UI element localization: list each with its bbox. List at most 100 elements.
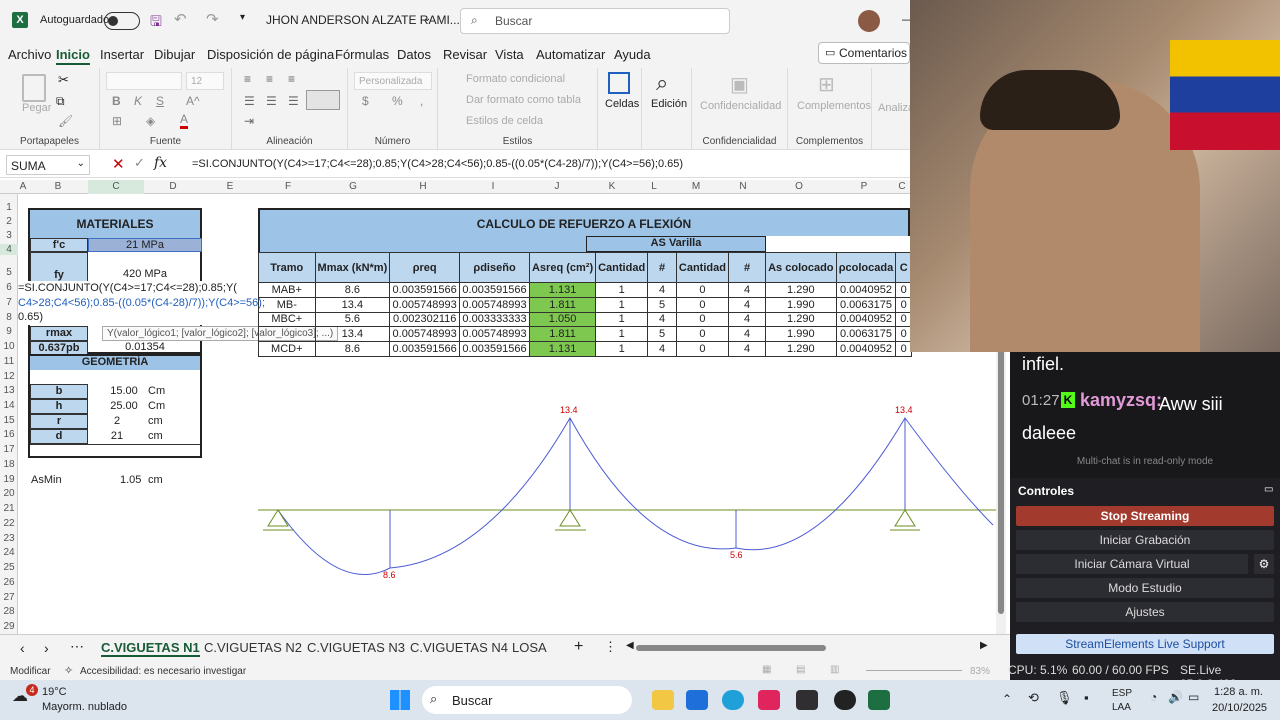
geometry-d-label[interactable]: d: [30, 429, 88, 444]
col-g[interactable]: G: [318, 180, 388, 194]
accessibility-status[interactable]: Accesibilidad: es necesario investigar: [80, 666, 246, 677]
cantidad1-cell[interactable]: 1: [595, 296, 649, 313]
indent-icon[interactable]: ⇥: [244, 114, 254, 128]
tramo-cell[interactable]: MAB+: [258, 282, 316, 298]
confidentiality-icon[interactable]: ▣: [730, 72, 749, 97]
as-req-cell[interactable]: 1.050: [528, 311, 597, 328]
borders-icon[interactable]: ⊞: [112, 114, 122, 128]
align-left-icon[interactable]: ☰: [244, 94, 255, 108]
addins-icon[interactable]: ⊞: [818, 72, 835, 97]
geometry-b-unit[interactable]: Cm: [148, 385, 165, 397]
rho-req-cell[interactable]: 0.005748993: [389, 296, 461, 313]
cantidad2-cell[interactable]: 0: [675, 296, 729, 313]
asmin-unit[interactable]: cm: [148, 473, 163, 487]
paste-label[interactable]: Pegar: [22, 102, 51, 114]
studio-mode-button[interactable]: Modo Estudio: [1016, 578, 1274, 598]
cancel-icon[interactable]: ✕: [112, 155, 125, 173]
currency-icon[interactable]: $: [362, 94, 369, 108]
geometry-r-value[interactable]: 2: [88, 415, 146, 427]
header-cantidad-2[interactable]: Cantidad: [675, 252, 729, 283]
rho-diseno-cell[interactable]: 0.003591566: [459, 282, 530, 298]
rho-colocada-cell[interactable]: 0.0040952: [835, 282, 897, 298]
fc-value[interactable]: 21 MPa: [88, 238, 202, 252]
col-m[interactable]: M: [670, 180, 722, 194]
page-break-icon[interactable]: ▥: [830, 664, 839, 675]
row-1[interactable]: 1: [0, 202, 18, 213]
row-19[interactable]: 19: [0, 474, 18, 485]
as-colocado-cell[interactable]: 1.290: [765, 341, 837, 357]
cut-icon[interactable]: ✂: [58, 72, 69, 88]
row-24[interactable]: 24: [0, 547, 18, 558]
tramo-cell[interactable]: [258, 326, 316, 343]
col-p[interactable]: P: [834, 180, 894, 194]
insert-function-icon[interactable]: fx: [154, 155, 167, 171]
tramo-cell[interactable]: MB-: [258, 296, 316, 313]
align-middle-icon[interactable]: ≡: [266, 72, 273, 86]
tray-chevron-icon[interactable]: ⌃: [1002, 692, 1012, 706]
fc-label[interactable]: f'c: [30, 238, 88, 252]
scroll-right-icon[interactable]: ▶: [980, 640, 988, 651]
as-colocado-cell[interactable]: 1.290: [765, 311, 837, 328]
tab-dibujar[interactable]: Dibujar: [154, 47, 195, 62]
rho-diseno-cell[interactable]: 0.005748993: [459, 296, 530, 313]
row-14[interactable]: 14: [0, 400, 18, 411]
geometry-h-label[interactable]: h: [30, 399, 88, 414]
row-26[interactable]: 26: [0, 577, 18, 588]
weather-temp[interactable]: 19°C: [42, 686, 67, 698]
rho-colocada-cell[interactable]: 0.0040952: [835, 311, 897, 328]
row-29[interactable]: 29: [0, 621, 18, 632]
row-18[interactable]: 18: [0, 459, 18, 470]
asmin-value[interactable]: 1.05: [120, 473, 141, 487]
col-o[interactable]: O: [764, 180, 834, 194]
row-20[interactable]: 20: [0, 488, 18, 499]
rho-diseno-cell[interactable]: 0.003333333: [459, 311, 530, 328]
header-rho-diseno[interactable]: ρdiseño: [459, 252, 530, 283]
align-right-icon[interactable]: ☰: [288, 94, 299, 108]
mmax-cell[interactable]: 8.6: [314, 282, 391, 298]
normal-view-icon[interactable]: ▦: [762, 664, 771, 675]
col-c[interactable]: C: [88, 180, 144, 194]
col-k[interactable]: K: [586, 180, 638, 194]
as-varilla-header[interactable]: AS Varilla: [586, 236, 766, 252]
cantidad2-cell[interactable]: 0: [675, 282, 729, 298]
row-2[interactable]: 2: [0, 216, 18, 227]
geometry-r-unit[interactable]: cm: [148, 415, 163, 427]
col-l[interactable]: L: [638, 180, 670, 194]
tab-formulas[interactable]: Fórmulas: [335, 47, 389, 62]
rho-colocada-cell[interactable]: 0.0063175: [835, 296, 897, 313]
as-req-cell[interactable]: 1.811: [528, 326, 597, 343]
wifi-icon[interactable]: ◔: [1150, 690, 1157, 704]
col-a[interactable]: A: [18, 180, 28, 194]
as-colocado-cell[interactable]: 1.990: [765, 296, 837, 313]
rho-colocada-cell[interactable]: 0.0063175: [835, 326, 897, 343]
col-e[interactable]: E: [202, 180, 258, 194]
col-j[interactable]: J: [528, 180, 586, 194]
row-10[interactable]: 10: [0, 341, 18, 352]
rho-req-cell[interactable]: 0.003591566: [389, 282, 461, 298]
align-top-icon[interactable]: ≡: [244, 72, 251, 86]
name-box[interactable]: SUMA ⌄: [6, 155, 90, 175]
tramo-cell[interactable]: MCD+: [258, 341, 316, 357]
mmax-cell[interactable]: 13.4: [314, 296, 391, 313]
page-layout-icon[interactable]: ▤: [796, 664, 805, 675]
row-25[interactable]: 25: [0, 562, 18, 573]
header-as-req[interactable]: Asreq (cm²): [528, 252, 597, 283]
num1-cell[interactable]: 5: [647, 296, 677, 313]
cell-styles-button[interactable]: Estilos de celda: [466, 115, 543, 127]
tramo-cell[interactable]: MBC+: [258, 311, 316, 328]
cantidad2-cell[interactable]: 0: [675, 341, 729, 357]
tab-archivo[interactable]: Archivo: [8, 47, 51, 62]
row-12[interactable]: 12: [0, 371, 18, 382]
row-28[interactable]: 28: [0, 606, 18, 617]
num2-cell[interactable]: 4: [727, 282, 767, 298]
num2-cell[interactable]: 4: [727, 326, 767, 343]
italic-icon[interactable]: K: [134, 94, 142, 108]
num1-cell[interactable]: 4: [647, 311, 677, 328]
font-color-icon[interactable]: A: [180, 112, 189, 129]
horizontal-scroll-thumb[interactable]: [636, 645, 826, 651]
row-22[interactable]: 22: [0, 518, 18, 529]
tab-revisar[interactable]: Revisar: [443, 47, 487, 62]
title-chevron-down-icon[interactable]: ⌄: [423, 13, 431, 24]
start-icon[interactable]: [390, 690, 410, 710]
row-16[interactable]: 16: [0, 429, 18, 440]
